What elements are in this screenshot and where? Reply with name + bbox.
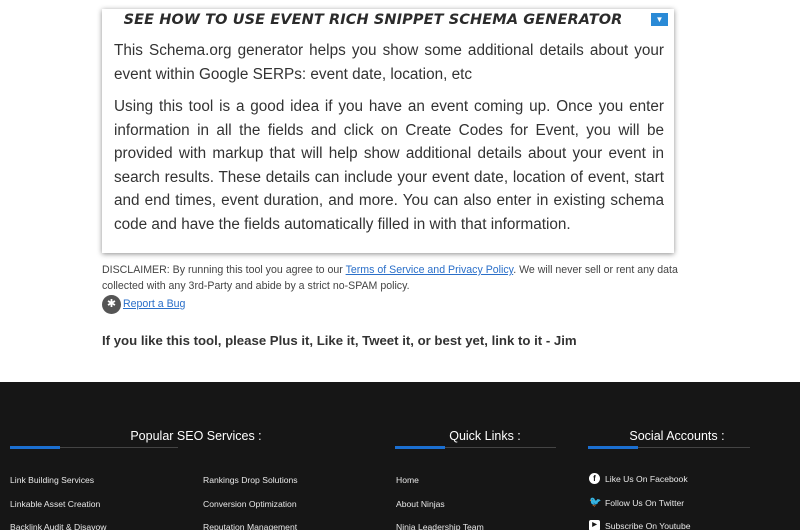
social-divider (588, 446, 750, 449)
card-paragraph-2: Using this tool is a good idea if you ha… (114, 98, 664, 233)
quick-link-team[interactable]: Ninja Leadership Team (396, 522, 484, 530)
footer-link-5[interactable]: Conversion Optimization (203, 499, 297, 509)
main-content: SEE HOW TO USE EVENT RICH SNIPPET SCHEMA… (0, 0, 800, 382)
twitter-icon: 🐦 (589, 497, 602, 508)
info-card: SEE HOW TO USE EVENT RICH SNIPPET SCHEMA… (102, 9, 674, 253)
card-paragraph-1: This Schema.org generator helps you show… (114, 42, 664, 83)
social-facebook-label: Like Us On Facebook (605, 473, 688, 484)
footer-link-6[interactable]: Reputation Management (203, 522, 297, 530)
social-facebook[interactable]: f Like Us On Facebook (589, 473, 688, 484)
quick-links-divider (395, 446, 556, 449)
quick-links-heading: Quick Links : (449, 429, 521, 443)
card-body: This Schema.org generator helps you show… (114, 39, 664, 245)
report-bug[interactable]: ✱ Report a Bug (102, 294, 185, 314)
footer-link-1[interactable]: Link Building Services (10, 475, 94, 485)
social-twitter[interactable]: 🐦 Follow Us On Twitter (589, 497, 684, 508)
footer-link-3[interactable]: Backlink Audit & Disavow (10, 522, 106, 530)
quick-link-about[interactable]: About Ninjas (396, 499, 445, 509)
footer-link-2[interactable]: Linkable Asset Creation (10, 499, 100, 509)
footer-link-4[interactable]: Rankings Drop Solutions (203, 475, 298, 485)
share-cta: If you like this tool, please Plus it, L… (102, 333, 577, 348)
report-bug-link[interactable]: Report a Bug (123, 298, 185, 310)
disclaimer-prefix: DISCLAIMER: By running this tool you agr… (102, 264, 346, 276)
facebook-icon: f (589, 473, 600, 484)
popular-divider (10, 446, 178, 449)
site-footer: Popular SEO Services : Link Building Ser… (0, 382, 800, 530)
popular-services-heading: Popular SEO Services : (130, 429, 262, 443)
disclaimer: DISCLAIMER: By running this tool you agr… (102, 262, 682, 294)
social-youtube[interactable]: ▶ Subscribe On Youtube (589, 520, 691, 530)
social-twitter-label: Follow Us On Twitter (605, 497, 685, 508)
quick-link-home[interactable]: Home (396, 475, 419, 485)
collapse-toggle-icon[interactable]: ▼ (651, 13, 668, 26)
card-title: SEE HOW TO USE EVENT RICH SNIPPET SCHEMA… (123, 12, 623, 28)
bug-icon: ✱ (102, 294, 121, 314)
terms-link[interactable]: Terms of Service and Privacy Policy (346, 264, 514, 276)
social-heading: Social Accounts : (629, 429, 725, 443)
social-youtube-label: Subscribe On Youtube (605, 520, 691, 530)
youtube-icon: ▶ (589, 520, 600, 530)
